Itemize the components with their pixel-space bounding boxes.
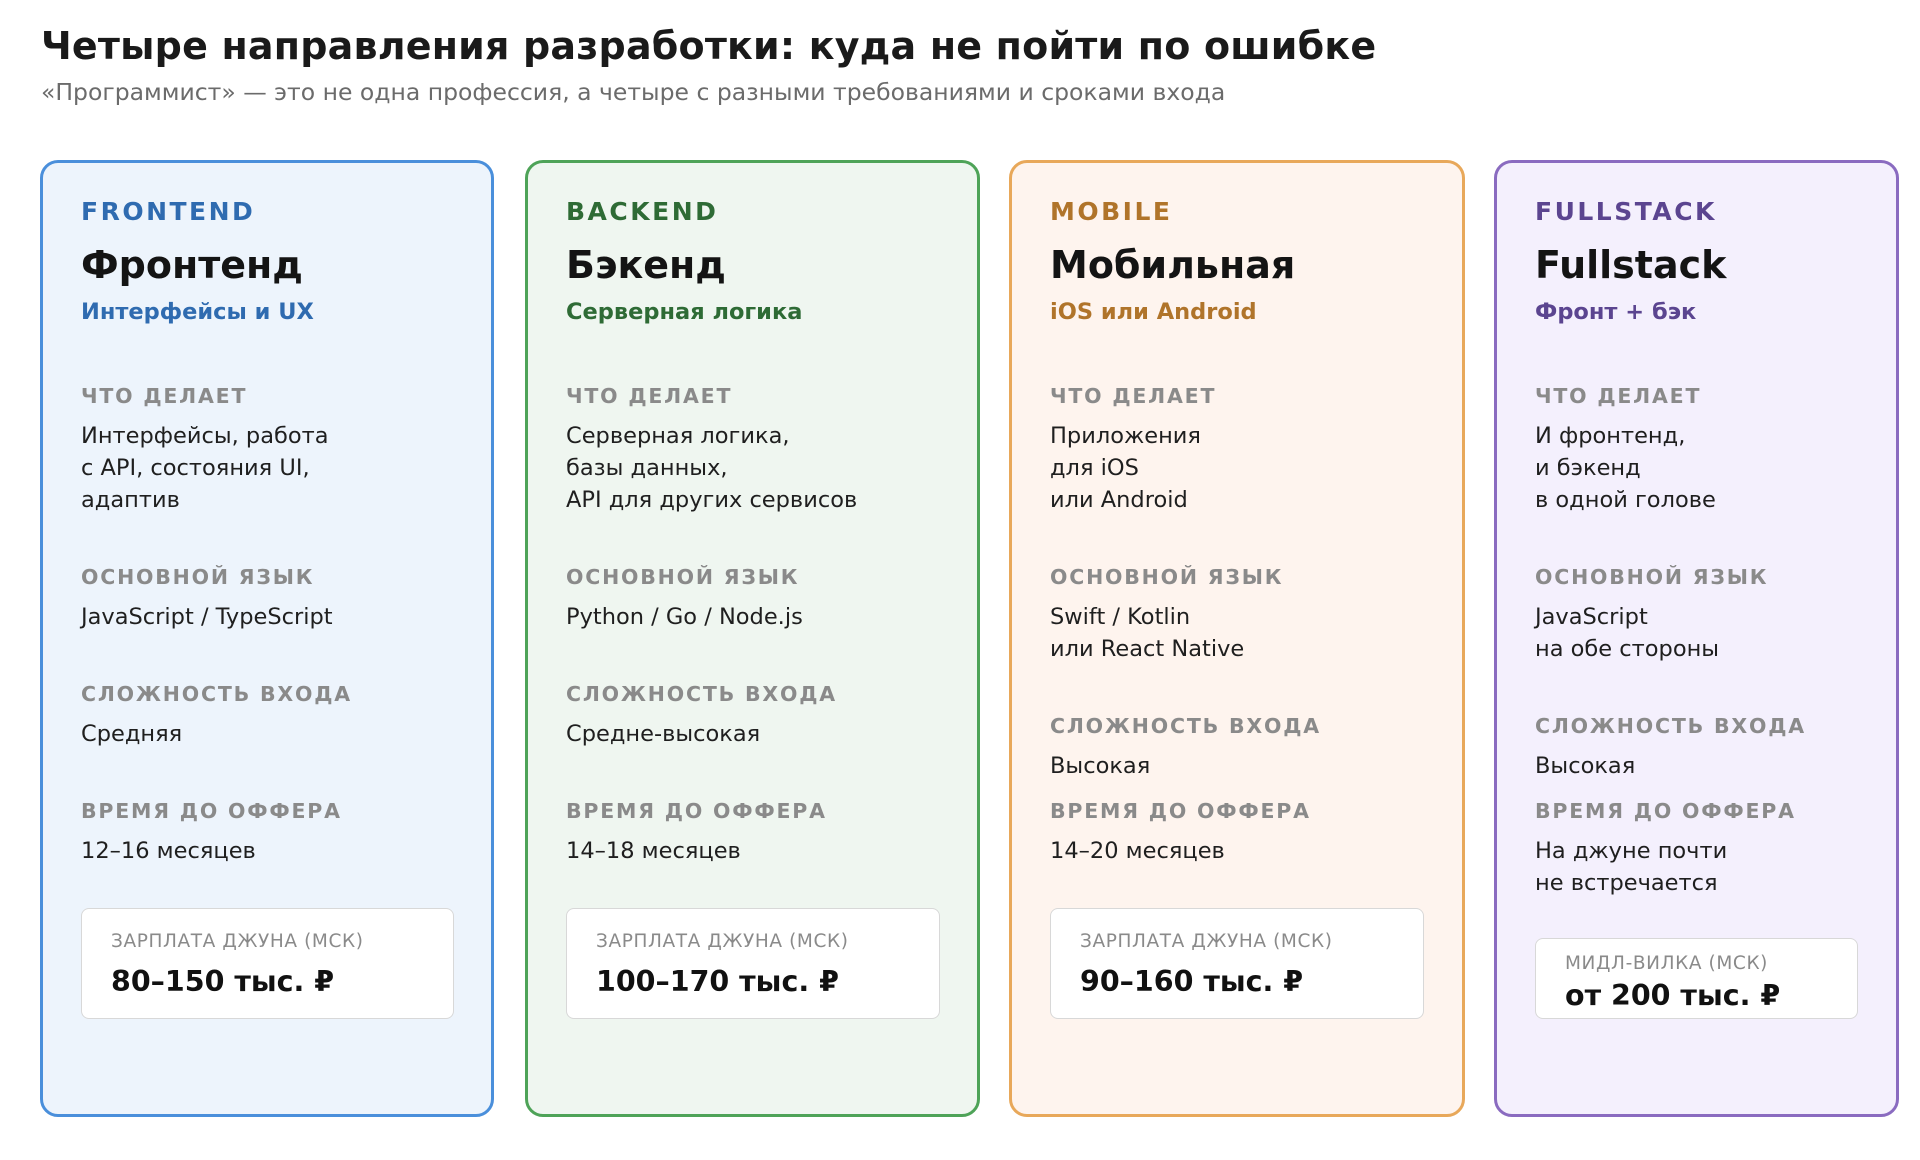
salary-label: ЗАРПЛАТА ДЖУНА (МСК) xyxy=(1080,931,1333,952)
salary-value: 90–160 тыс. ₽ xyxy=(1080,965,1304,998)
time-label: ВРЕМЯ ДО ОФФЕРА xyxy=(1535,799,1796,823)
language-label: ОСНОВНОЙ ЯЗЫК xyxy=(1050,565,1284,589)
difficulty-text: Средне-высокая xyxy=(566,721,761,747)
card-backend: BACKEND Бэкенд Серверная логика ЧТО ДЕЛА… xyxy=(525,160,980,1117)
card-fullstack: FULLSTACK Fullstack Фронт + бэк ЧТО ДЕЛА… xyxy=(1494,160,1899,1117)
card-name: Фронтенд xyxy=(81,243,303,287)
does-text: И фронтенд, и бэкенд в одной голове xyxy=(1535,420,1716,516)
language-line: JavaScript / TypeScript xyxy=(81,604,333,630)
time-line: 14–20 месяцев xyxy=(1050,838,1225,864)
does-line: И фронтенд, xyxy=(1535,423,1686,449)
does-label: ЧТО ДЕЛАЕТ xyxy=(1535,384,1702,408)
card-tagline: Фронт + бэк xyxy=(1535,299,1697,325)
salary-label: ЗАРПЛАТА ДЖУНА (МСК) xyxy=(111,931,364,952)
language-line: на обе стороны xyxy=(1535,636,1720,662)
language-line: JavaScript xyxy=(1535,604,1648,630)
card-tag: MOBILE xyxy=(1050,197,1173,226)
does-line: или Android xyxy=(1050,487,1188,513)
language-label: ОСНОВНОЙ ЯЗЫК xyxy=(566,565,800,589)
does-label: ЧТО ДЕЛАЕТ xyxy=(81,384,248,408)
time-label: ВРЕМЯ ДО ОФФЕРА xyxy=(1050,799,1311,823)
does-label: ЧТО ДЕЛАЕТ xyxy=(566,384,733,408)
salary-label: ЗАРПЛАТА ДЖУНА (МСК) xyxy=(596,931,849,952)
language-text: Swift / Kotlin или React Native xyxy=(1050,601,1244,665)
language-line: или React Native xyxy=(1050,636,1245,662)
time-line: 14–18 месяцев xyxy=(566,838,741,864)
does-text: Интерфейсы, работа с API, состояния UI, … xyxy=(81,420,329,516)
salary-label: МИДЛ-ВИЛКА (МСК) xyxy=(1565,953,1769,974)
does-label: ЧТО ДЕЛАЕТ xyxy=(1050,384,1217,408)
salary-value: 80–150 тыс. ₽ xyxy=(111,965,335,998)
does-text: Приложения для iOS или Android xyxy=(1050,420,1201,516)
page: Четыре направления разработки: куда не п… xyxy=(0,0,1920,1160)
time-line: не встречается xyxy=(1535,870,1718,896)
does-line: адаптив xyxy=(81,487,180,513)
time-label: ВРЕМЯ ДО ОФФЕРА xyxy=(81,799,342,823)
does-line: с API, состояния UI, xyxy=(81,455,310,481)
difficulty-text: Средняя xyxy=(81,721,183,747)
language-label: ОСНОВНОЙ ЯЗЫК xyxy=(1535,565,1769,589)
time-text: 12–16 месяцев xyxy=(81,835,256,867)
card-tagline: Серверная логика xyxy=(566,299,803,325)
page-title: Четыре направления разработки: куда не п… xyxy=(41,24,1377,68)
language-line: Python / Go / Node.js xyxy=(566,604,803,630)
salary-value: 100–170 тыс. ₽ xyxy=(596,965,839,998)
difficulty-text: Высокая xyxy=(1535,753,1636,779)
language-line: Swift / Kotlin xyxy=(1050,604,1191,630)
time-line: На джуне почти xyxy=(1535,838,1728,864)
does-line: базы данных, xyxy=(566,455,728,481)
card-mobile: MOBILE Мобильная iOS или Android ЧТО ДЕЛ… xyxy=(1009,160,1465,1117)
card-name: Fullstack xyxy=(1535,243,1727,287)
does-line: API для других сервисов xyxy=(566,487,858,513)
language-text: Python / Go / Node.js xyxy=(566,601,803,633)
salary-value: от 200 тыс. ₽ xyxy=(1565,979,1781,1012)
language-text: JavaScript на обе стороны xyxy=(1535,601,1719,665)
time-text: 14–18 месяцев xyxy=(566,835,741,867)
card-tagline: Интерфейсы и UX xyxy=(81,299,314,325)
time-label: ВРЕМЯ ДО ОФФЕРА xyxy=(566,799,827,823)
page-subtitle: «Программист» — это не одна профессия, а… xyxy=(41,78,1226,106)
salary-box: ЗАРПЛАТА ДЖУНА (МСК) 80–150 тыс. ₽ xyxy=(81,908,454,1019)
does-line: для iOS xyxy=(1050,455,1139,481)
salary-box: ЗАРПЛАТА ДЖУНА (МСК) 90–160 тыс. ₽ xyxy=(1050,908,1424,1019)
difficulty-label: СЛОЖНОСТЬ ВХОДА xyxy=(81,682,352,706)
time-line: 12–16 месяцев xyxy=(81,838,256,864)
card-name: Мобильная xyxy=(1050,243,1296,287)
salary-box: ЗАРПЛАТА ДЖУНА (МСК) 100–170 тыс. ₽ xyxy=(566,908,940,1019)
card-tag: FULLSTACK xyxy=(1535,197,1717,226)
card-tag: FRONTEND xyxy=(81,197,256,226)
salary-box: МИДЛ-ВИЛКА (МСК) от 200 тыс. ₽ xyxy=(1535,938,1858,1019)
difficulty-label: СЛОЖНОСТЬ ВХОДА xyxy=(1050,714,1321,738)
card-tag: BACKEND xyxy=(566,197,719,226)
card-name: Бэкенд xyxy=(566,243,726,287)
time-text: 14–20 месяцев xyxy=(1050,835,1225,867)
card-tagline: iOS или Android xyxy=(1050,299,1257,325)
language-text: JavaScript / TypeScript xyxy=(81,601,333,633)
does-text: Серверная логика, базы данных, API для д… xyxy=(566,420,857,516)
language-label: ОСНОВНОЙ ЯЗЫК xyxy=(81,565,315,589)
does-line: в одной голове xyxy=(1535,487,1716,513)
difficulty-label: СЛОЖНОСТЬ ВХОДА xyxy=(1535,714,1806,738)
does-line: и бэкенд xyxy=(1535,455,1641,481)
does-line: Серверная логика, xyxy=(566,423,790,449)
difficulty-label: СЛОЖНОСТЬ ВХОДА xyxy=(566,682,837,706)
card-frontend: FRONTEND Фронтенд Интерфейсы и UX ЧТО ДЕ… xyxy=(40,160,494,1117)
difficulty-text: Высокая xyxy=(1050,753,1151,779)
does-line: Интерфейсы, работа xyxy=(81,423,329,449)
does-line: Приложения xyxy=(1050,423,1201,449)
time-text: На джуне почти не встречается xyxy=(1535,835,1727,899)
